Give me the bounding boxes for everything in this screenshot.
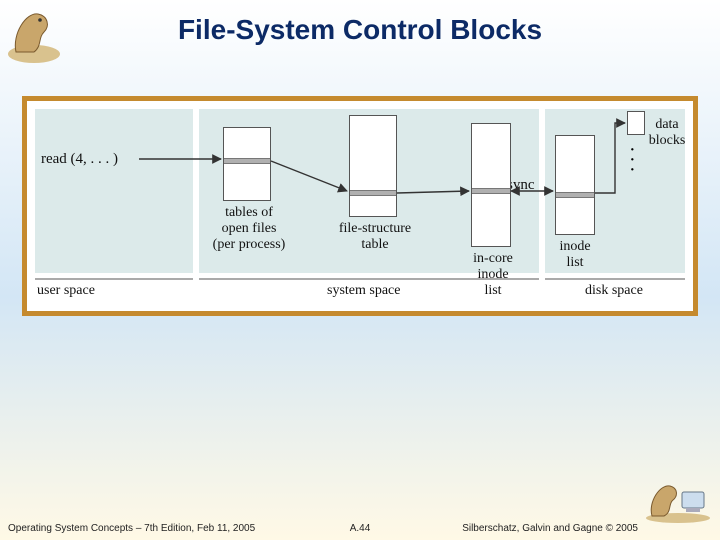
open-files-table <box>223 127 271 201</box>
footer-right: Silberschatz, Galvin and Gagne © 2005 <box>462 523 638 534</box>
caption-inode-list: inodelist <box>549 239 601 271</box>
diagram: user space system space disk space read … <box>27 101 693 311</box>
ellipsis-icon: ··· <box>629 145 636 175</box>
caption-data-blocks: datablocks <box>641 117 693 149</box>
caption-file-structure: file-structuretable <box>327 221 423 253</box>
slide-title: File-System Control Blocks <box>0 14 720 46</box>
inode-list <box>555 135 595 235</box>
label-system-space: system space <box>327 283 400 299</box>
caption-open-files: tables ofopen files(per process) <box>207 205 291 253</box>
dinosaur-computer-logo-icon <box>642 478 714 524</box>
region-user-space <box>35 109 193 273</box>
label-user-space: user space <box>37 283 95 299</box>
diagram-frame: user space system space disk space read … <box>22 96 698 316</box>
label-disk-space: disk space <box>585 283 643 299</box>
caption-incore-inode: in-coreinodelist <box>457 251 529 299</box>
read-call-text: read (4, . . . ) <box>41 151 118 168</box>
incore-inode-list <box>471 123 511 247</box>
file-structure-table <box>349 115 397 217</box>
sync-label: sync <box>507 177 535 194</box>
